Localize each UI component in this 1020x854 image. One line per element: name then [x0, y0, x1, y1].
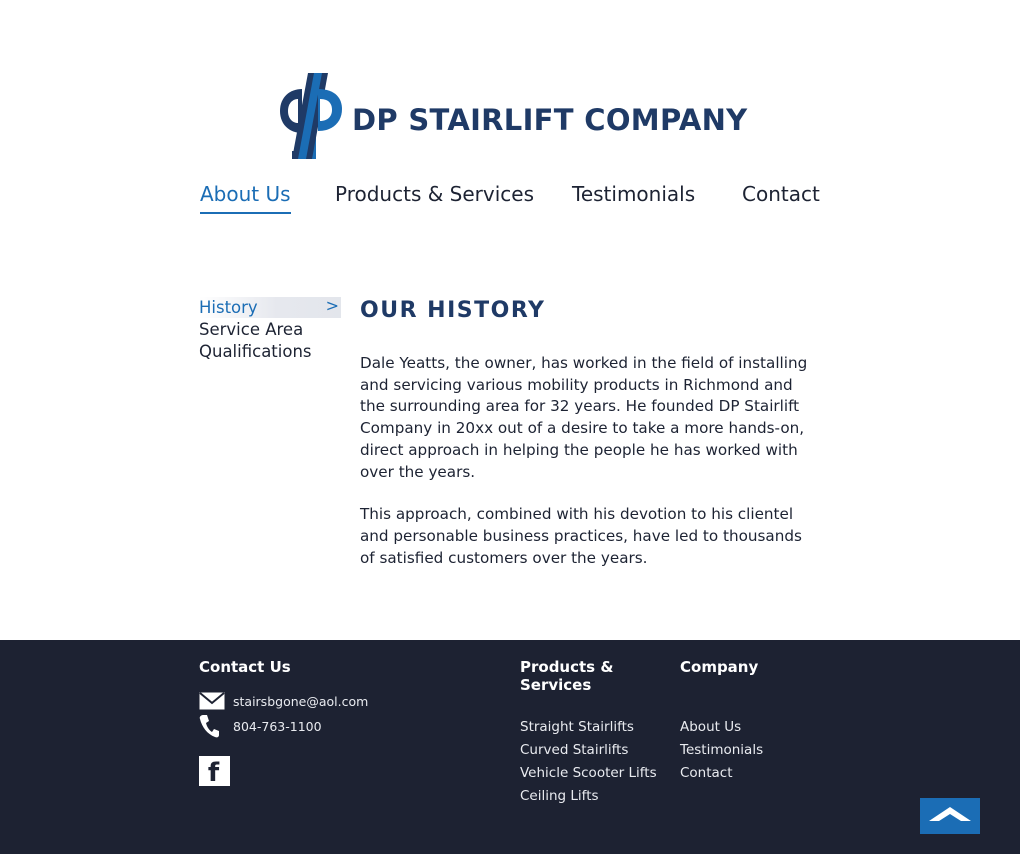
chevron-right-icon: >: [325, 296, 339, 315]
history-paragraph-2: This approach, combined with his devotio…: [360, 505, 802, 567]
footer-email-row[interactable]: stairsbgone@aol.com: [199, 689, 368, 713]
nav-item-contact[interactable]: Contact: [742, 178, 820, 212]
chevron-up-icon: [929, 806, 971, 826]
back-to-top-button[interactable]: [920, 798, 980, 834]
footer-link-curved-stairlifts[interactable]: Curved Stairlifts: [520, 739, 657, 762]
footer-link-contact[interactable]: Contact: [680, 762, 763, 785]
footer-link-about-us[interactable]: About Us: [680, 716, 763, 739]
nav-item-about-us[interactable]: About Us: [200, 178, 291, 214]
side-item-history[interactable]: History >: [199, 296, 341, 318]
footer-link-testimonials[interactable]: Testimonials: [680, 739, 763, 762]
footer: Contact Us stairsbgone@aol.com 804-763-1…: [0, 640, 1020, 854]
nav-item-testimonials[interactable]: Testimonials: [572, 178, 695, 212]
footer-products-heading: Products & Services: [520, 658, 614, 694]
nav-item-products-services[interactable]: Products & Services: [335, 178, 534, 212]
footer-company-links: About Us Testimonials Contact: [680, 716, 763, 785]
logo-mark-icon: [280, 73, 342, 159]
footer-link-straight-stairlifts[interactable]: Straight Stairlifts: [520, 716, 657, 739]
logo-text: DP STAIRLIFT COMPANY: [352, 102, 748, 137]
footer-email[interactable]: stairsbgone@aol.com: [233, 694, 368, 709]
facebook-icon[interactable]: f: [199, 756, 230, 786]
site-logo[interactable]: DP STAIRLIFT COMPANY: [278, 70, 748, 162]
side-item-label: Qualifications: [199, 342, 312, 361]
main-content: OUR HISTORY Dale Yeatts, the owner, has …: [360, 297, 820, 569]
history-paragraph-1: Dale Yeatts, the owner, has worked in th…: [360, 354, 808, 481]
page-title: OUR HISTORY: [360, 298, 546, 323]
footer-link-vehicle-scooter-lifts[interactable]: Vehicle Scooter Lifts: [520, 762, 657, 785]
footer-link-ceiling-lifts[interactable]: Ceiling Lifts: [520, 785, 657, 808]
side-item-label: Service Area: [199, 320, 304, 339]
footer-contact: Contact Us stairsbgone@aol.com 804-763-1…: [199, 658, 499, 786]
footer-products-links: Straight Stairlifts Curved Stairlifts Ve…: [520, 716, 657, 808]
side-item-service-area[interactable]: Service Area: [199, 319, 341, 340]
footer-phone-row[interactable]: 804-763-1100: [199, 714, 322, 738]
mail-icon: [199, 689, 225, 713]
footer-products: Products & Services Straight Stairlifts …: [520, 658, 670, 804]
main-nav: About Us Products & Services Testimonial…: [0, 178, 1020, 218]
footer-company: Company About Us Testimonials Contact: [680, 658, 830, 781]
footer-phone[interactable]: 804-763-1100: [233, 719, 322, 734]
side-item-qualifications[interactable]: Qualifications: [199, 341, 341, 362]
side-nav: History > Service Area Qualifications: [199, 296, 341, 363]
side-item-label: History: [199, 298, 258, 317]
phone-icon: [199, 714, 225, 738]
footer-company-heading: Company: [680, 658, 759, 676]
footer-contact-heading: Contact Us: [199, 658, 291, 676]
